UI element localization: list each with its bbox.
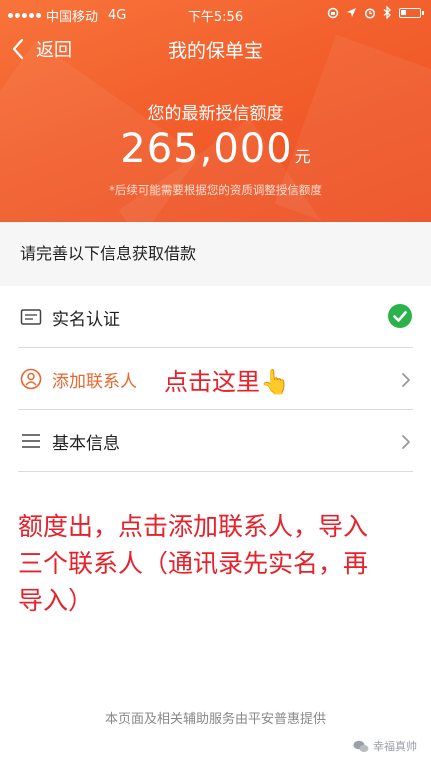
status-bar: 中国移动 4G 下午5:56 [0, 0, 431, 28]
location-icon [347, 8, 356, 17]
page-title: 我的保单宝 [167, 40, 263, 62]
chevron-right-icon [402, 373, 410, 387]
annotation-instructions: 额度出，点击添加联系人，导入三个联系人（通讯录先实名，再导入） [18, 512, 369, 615]
watermark: 幸福真帅 [353, 738, 417, 754]
watermark-text: 幸福真帅 [373, 740, 417, 753]
divider [18, 471, 413, 472]
contact-icon [20, 368, 42, 390]
list-item-label: 基本信息 [52, 434, 120, 454]
wechat-icon [353, 740, 369, 752]
credit-header-panel: 中国移动 4G 下午5:56 返回 我的保单宝 您的最新授信额度 265,000… [0, 0, 431, 222]
list-item-real-name-verification[interactable]: 实名认证 [0, 286, 431, 348]
nav-bar: 返回 我的保单宝 [0, 30, 431, 72]
alarm-icon [364, 7, 376, 19]
completed-check-icon [388, 304, 412, 328]
list-item-label: 添加联系人 [52, 372, 137, 392]
rotation-lock-icon [327, 7, 339, 18]
annotation-click-here: 点击这里👆 [164, 368, 290, 396]
list-item-basic-info[interactable]: 基本信息 [0, 410, 431, 472]
credit-amount-value: 265,000 [120, 126, 293, 172]
credit-amount: 265,000 元 [0, 126, 431, 172]
id-card-icon [20, 309, 42, 325]
battery-icon [399, 7, 424, 18]
credit-amount-unit: 元 [294, 147, 311, 166]
footer-text: 本页面及相关辅助服务由平安普惠提供 [104, 712, 326, 727]
section-header: 请完善以下信息获取借款 [0, 222, 431, 286]
credit-note: *后续可能需要根据您的资质调整授信额度 [109, 183, 322, 197]
list-item-label: 实名认证 [52, 310, 120, 330]
chevron-right-icon [402, 435, 410, 449]
bluetooth-icon [383, 6, 391, 19]
list-icon [22, 434, 40, 448]
status-right [327, 6, 424, 19]
credit-label: 您的最新授信额度 [147, 104, 284, 124]
